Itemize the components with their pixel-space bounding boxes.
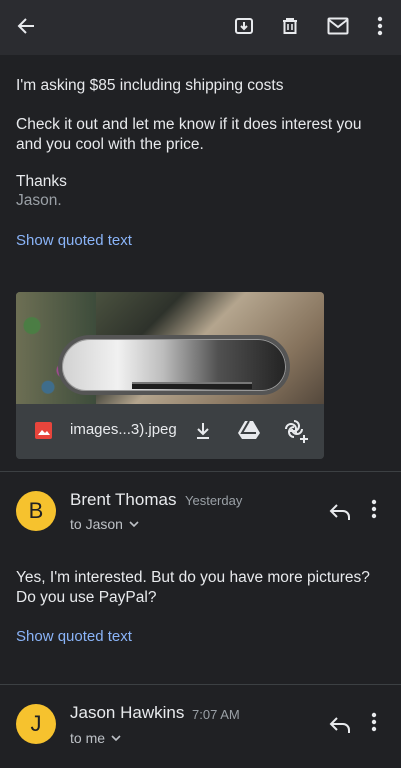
attachment-thumbnail[interactable]: [16, 292, 324, 404]
top-toolbar: [0, 0, 401, 55]
message-divider: [0, 684, 401, 685]
chevron-down-icon: [111, 730, 121, 742]
chevron-down-icon: [129, 516, 139, 528]
recipient-text: to Jason: [70, 516, 123, 532]
avatar: J: [16, 704, 56, 744]
back-arrow-icon[interactable]: [12, 12, 40, 40]
archive-icon[interactable]: [230, 12, 258, 40]
recipient-toggle[interactable]: to Jason: [70, 516, 139, 532]
mail-icon[interactable]: [324, 12, 352, 40]
recipient-text: to me: [70, 730, 106, 746]
mirror-photo: [58, 335, 290, 395]
message-line: Do you use PayPal?: [16, 589, 157, 606]
message-line: Yes, I'm interested. But do you have mor…: [16, 569, 370, 586]
photos-add-icon[interactable]: [282, 417, 310, 445]
recipient-toggle[interactable]: to me: [70, 730, 121, 746]
message-time: Yesterday: [185, 493, 243, 508]
sender-name[interactable]: Brent Thomas: [70, 490, 176, 510]
reply-icon[interactable]: [328, 712, 352, 736]
image-attachment[interactable]: images...3).jpeg: [16, 292, 324, 459]
attachment-filename[interactable]: images...3).jpeg: [70, 421, 177, 438]
message-line: Check it out and let me know if it does …: [16, 116, 362, 133]
avatar: B: [16, 491, 56, 531]
show-quoted-text-link[interactable]: Show quoted text: [16, 232, 132, 249]
message-signature: Jason.: [16, 192, 62, 209]
more-vert-icon[interactable]: [366, 12, 394, 40]
message-line: I'm asking $85 including shipping costs: [16, 77, 284, 94]
message-line: and you cool with the price.: [16, 136, 204, 153]
drive-icon[interactable]: [237, 419, 261, 441]
show-quoted-text-link[interactable]: Show quoted text: [16, 628, 132, 645]
trash-icon[interactable]: [276, 12, 304, 40]
message-thanks: Thanks: [16, 173, 67, 190]
message-divider: [0, 471, 401, 472]
attachment-bar: images...3).jpeg: [16, 404, 324, 459]
download-icon[interactable]: [192, 420, 214, 442]
message-time: 7:07 AM: [192, 707, 240, 722]
more-vert-icon[interactable]: [371, 712, 387, 736]
more-vert-icon[interactable]: [371, 499, 387, 523]
reply-icon[interactable]: [328, 499, 352, 523]
sender-name[interactable]: Jason Hawkins: [70, 703, 184, 723]
image-icon: [35, 422, 52, 439]
